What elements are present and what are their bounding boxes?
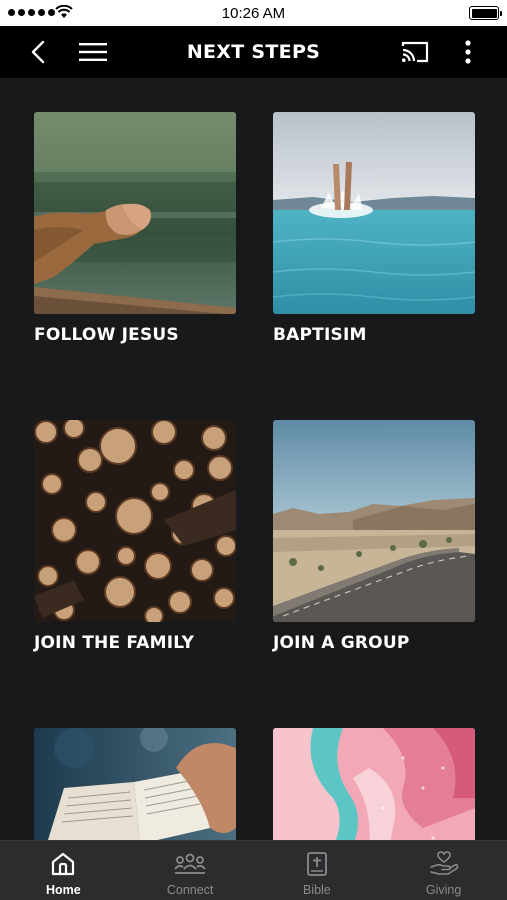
card-bible-reading[interactable]: [34, 728, 236, 840]
card-marble-art[interactable]: [273, 728, 475, 840]
cast-icon: [401, 41, 429, 63]
status-time: 10:26 AM: [221, 5, 286, 22]
battery-icon: [469, 6, 502, 20]
tab-giving[interactable]: Giving: [380, 841, 507, 900]
join-a-group-image: [273, 420, 475, 622]
tab-bible[interactable]: Bible: [254, 841, 381, 900]
chevron-left-icon: [31, 40, 45, 64]
card-follow-jesus[interactable]: FOLLOW JESUS: [34, 112, 236, 345]
tab-label: Giving: [425, 883, 462, 897]
more-vertical-icon: [465, 40, 471, 64]
menu-button[interactable]: [77, 26, 109, 78]
follow-jesus-image: [34, 112, 236, 314]
tab-label: Home: [46, 883, 81, 897]
card-label: FOLLOW JESUS: [34, 325, 179, 345]
status-bar: 10:26 AM: [0, 0, 507, 26]
next-steps-grid: FOLLOW JESUS BAPTISIM JOIN THE FAMILY JO…: [0, 78, 507, 840]
people-icon: [174, 853, 206, 874]
card-join-a-group[interactable]: JOIN A GROUP: [273, 420, 475, 653]
hamburger-icon: [79, 43, 107, 61]
app-bar: NEXT STEPS: [0, 26, 507, 78]
join-the-family-image: [34, 420, 236, 622]
marble-art-image: [273, 728, 475, 840]
tab-label: Connect: [166, 883, 214, 897]
cast-button[interactable]: [398, 26, 432, 78]
back-button[interactable]: [22, 26, 54, 78]
bottom-tab-bar: Home Connect Bible Giving: [0, 840, 507, 900]
card-baptisim[interactable]: BAPTISIM: [273, 112, 475, 345]
bible-icon: [306, 852, 327, 876]
tab-connect[interactable]: Connect: [127, 841, 254, 900]
open-bible-image: [34, 728, 236, 840]
tab-home[interactable]: Home: [0, 841, 127, 900]
tab-label: Bible: [302, 883, 331, 897]
card-label: JOIN THE FAMILY: [34, 633, 195, 653]
home-icon: [52, 852, 75, 876]
card-join-the-family[interactable]: JOIN THE FAMILY: [34, 420, 236, 653]
giving-hand-heart-icon: [429, 851, 459, 875]
more-options-button[interactable]: [456, 26, 480, 78]
card-label: JOIN A GROUP: [273, 633, 410, 653]
baptisim-image: [273, 112, 475, 314]
card-label: BAPTISIM: [273, 325, 367, 345]
